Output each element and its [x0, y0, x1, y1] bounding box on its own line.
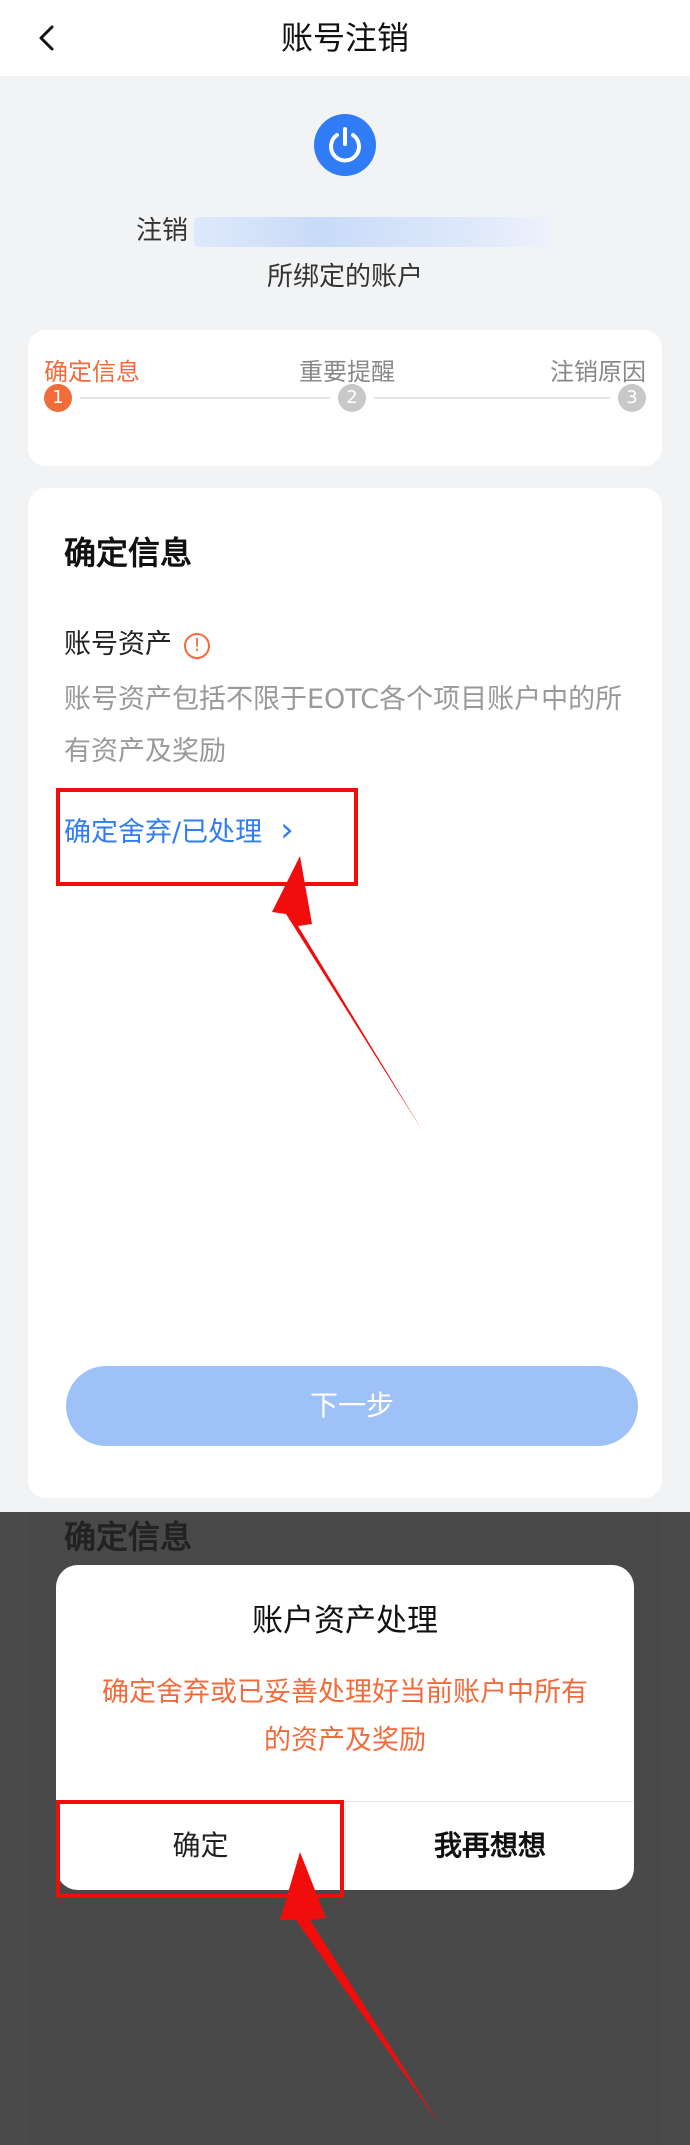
- top-bar: 账号注销: [0, 0, 690, 76]
- step-line-2: [374, 397, 610, 399]
- dialog-rethink-button[interactable]: 我再想想: [346, 1801, 634, 1890]
- asset-title-text: 账号资产: [64, 629, 172, 660]
- asset-title: 账号资产!: [64, 622, 210, 661]
- step-2-label: 重要提醒: [299, 358, 395, 386]
- dialog-message: 确定舍弃或已妥善处理好当前账户中所有的资产及奖励: [102, 1677, 588, 1756]
- bound-account-text: 所绑定的账户: [266, 262, 423, 292]
- power-icon: [314, 114, 376, 176]
- step-3-dot: 3: [618, 384, 646, 412]
- dialog-title: 账户资产处理: [252, 1603, 438, 1639]
- asset-description: 账号资产包括不限于EOTC各个项目账户中的所有资产及奖励: [64, 684, 623, 767]
- step-1-label: 确定信息: [44, 358, 140, 386]
- annotation-highlight-box: [56, 788, 358, 886]
- confirm-info-card: 确定信息 账号资产! 账号资产包括不限于EOTC各个项目账户中的所有资产及奖励 …: [28, 488, 662, 1498]
- step-line-1: [80, 397, 330, 399]
- page-title: 账号注销: [280, 19, 409, 57]
- step-3-label: 注销原因: [550, 358, 646, 386]
- account-row: 注销: [0, 210, 690, 247]
- step-1-dot: 1: [44, 384, 72, 412]
- progress-steps: 确定信息 重要提醒 注销原因 1 2 3: [28, 330, 662, 466]
- background-heading: 确定信息: [64, 1518, 193, 1556]
- warning-icon[interactable]: !: [184, 632, 210, 659]
- step-2-dot: 2: [338, 384, 366, 412]
- annotation-highlight-box-2: [56, 1800, 344, 1898]
- next-step-button[interactable]: 下一步: [66, 1366, 638, 1446]
- section-title: 确定信息: [64, 534, 193, 572]
- blurred-email: [194, 216, 554, 247]
- cancel-prefix: 注销: [135, 216, 188, 246]
